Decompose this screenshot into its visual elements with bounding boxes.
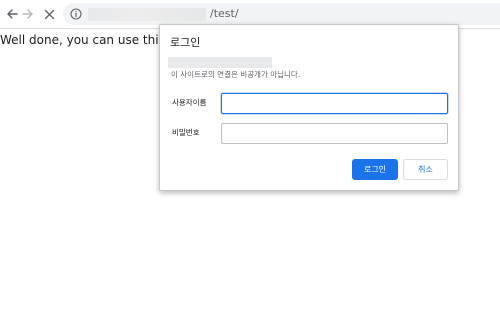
password-field[interactable] [221, 123, 448, 144]
insecure-connection-notice: 이 사이트로의 연결은 비공개가 아닙니다. [171, 70, 301, 79]
info-icon[interactable] [70, 8, 82, 20]
arrow-left-icon [7, 9, 18, 19]
forward-button[interactable] [18, 4, 38, 24]
arrow-right-icon [22, 9, 33, 19]
username-field[interactable] [221, 93, 448, 114]
password-label: 비밀번호 [172, 128, 200, 137]
login-dialog: 로그인 이 사이트로의 연결은 비공개가 아닙니다. 사용자이름 비밀번호 로그… [159, 24, 459, 191]
redacted-site-url [168, 57, 272, 68]
login-button[interactable]: 로그인 [352, 159, 398, 180]
cancel-button[interactable]: 취소 [403, 159, 448, 180]
redacted-hostname [88, 8, 206, 21]
address-bar[interactable]: /test/ [63, 3, 500, 25]
close-icon [44, 9, 54, 19]
url-path: /test/ [210, 7, 239, 20]
stop-loading-button[interactable] [39, 4, 59, 24]
dialog-title: 로그인 [170, 36, 201, 49]
username-label: 사용자이름 [172, 98, 207, 107]
